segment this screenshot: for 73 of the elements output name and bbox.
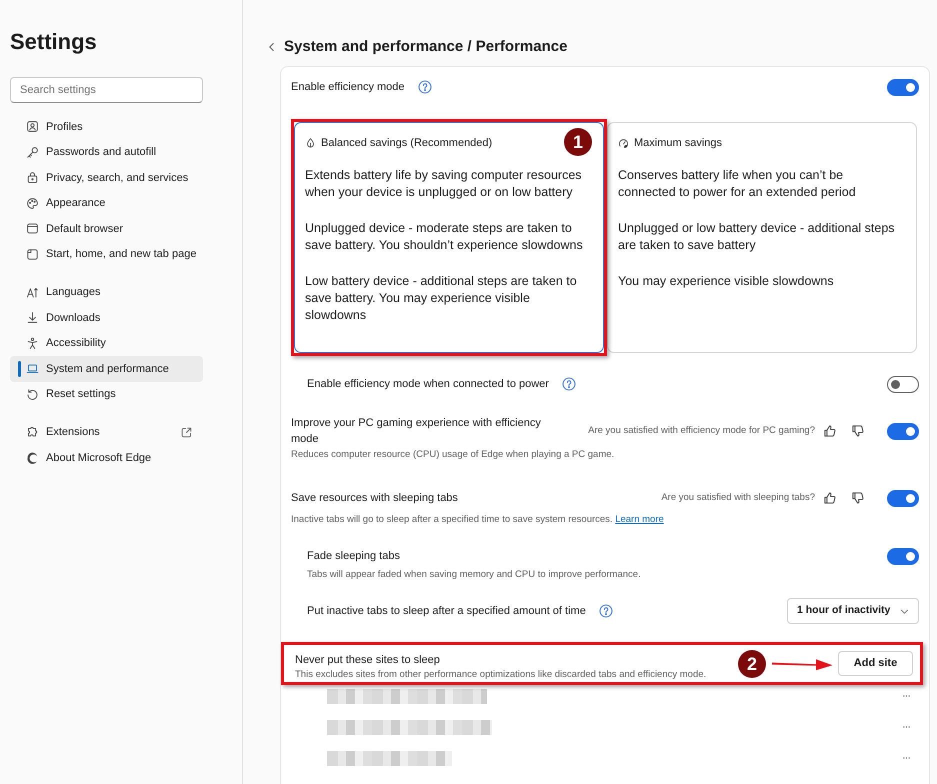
back-chevron-icon[interactable] <box>268 42 275 52</box>
setting-label: Fade sleeping tabs <box>307 549 400 564</box>
help-icon[interactable] <box>598 604 613 618</box>
setting-label: Put inactive tabs to sleep after a specified amount of time <box>307 604 586 619</box>
setting-label: Improve your PC gaming experience with efficiency mode <box>291 416 542 447</box>
lock-icon <box>26 171 39 184</box>
reset-icon <box>26 388 39 401</box>
gauge-leaf-icon <box>618 137 629 149</box>
browser-window-icon <box>26 222 39 236</box>
setting-description: This excludes sites from other performance optimizations like discarded tabs and efficiency mode. <box>295 668 708 682</box>
toggle-switch[interactable] <box>887 376 919 392</box>
option-description: You may experience visible slowdowns <box>618 273 835 290</box>
toggle-switch[interactable] <box>887 548 919 564</box>
sidebar-item[interactable]: System and performance <box>10 356 203 382</box>
sidebar-item[interactable]: Privacy, search, and services <box>10 165 203 190</box>
feedback-question: Are you satisfied with efficiency mode for PC gaming? <box>588 424 815 438</box>
sidebar-item[interactable]: Start, home, and new tab page <box>10 242 203 267</box>
sidebar-item[interactable]: Passwords and autofill <box>10 140 203 165</box>
setting-description: Reduces computer resource (CPU) usage of Edge when playing a PC game. <box>291 448 616 462</box>
callout-number: 2 <box>738 650 766 678</box>
page-title: System and performance / Performance <box>284 37 568 57</box>
sidebar-item[interactable]: Downloads <box>10 305 203 330</box>
timeout-dropdown[interactable]: 1 hour of inactivity <box>787 598 919 624</box>
crescent-logo-icon <box>26 451 39 464</box>
sidebar-item[interactable]: Reset settings <box>10 382 203 407</box>
palette-icon <box>26 196 39 210</box>
option-description: Conserves battery life when you can’t be connected to power for an extended period <box>618 167 857 201</box>
callout-arrow <box>771 656 833 670</box>
toggle-switch[interactable] <box>887 422 919 440</box>
settings-title: Settings <box>10 28 98 56</box>
option-description: Unplugged or low battery device - additional steps are taken to save battery <box>618 220 896 254</box>
thumbs-up-icon[interactable] <box>823 491 837 505</box>
key-icon <box>26 146 39 159</box>
help-icon[interactable] <box>562 377 576 391</box>
option-description: Extends battery life by saving computer resources when your device is unplugged or on low battery <box>305 167 583 201</box>
more-options-button[interactable]: ··· <box>902 750 910 767</box>
add-site-button[interactable]: Add site <box>838 651 913 676</box>
accessibility-icon <box>26 336 39 350</box>
more-options-button[interactable]: ··· <box>902 719 910 736</box>
option-description: Unplugged device - moderate steps are taken to save battery. You shouldn’t experience slowdowns <box>305 220 584 254</box>
setting-label: Never put these sites to sleep <box>295 653 441 668</box>
sidebar-item[interactable]: Profiles <box>10 114 203 140</box>
leaf-drop-icon <box>305 137 316 149</box>
sidebar-item[interactable]: Appearance <box>10 190 203 216</box>
toggle-switch[interactable] <box>887 490 919 506</box>
learn-more-link[interactable]: Learn more <box>615 514 664 525</box>
help-icon[interactable] <box>418 80 432 94</box>
thumbs-down-icon[interactable] <box>851 491 865 505</box>
laptop-icon <box>26 362 39 376</box>
option-title: Balanced savings (Recommended) <box>321 136 492 151</box>
language-icon <box>26 286 39 299</box>
setting-description: Inactive tabs will go to sleep after a specified time to save system resources. Learn more <box>291 513 665 527</box>
thumbs-up-icon[interactable] <box>823 424 837 438</box>
option-description: Low battery device - additional steps are taken to save battery. You may experience visible slowdowns <box>305 273 578 324</box>
setting-label: Enable efficiency mode <box>291 80 405 95</box>
puzzle-piece-icon <box>26 426 39 439</box>
search-field[interactable]: Search settings <box>10 77 203 103</box>
setting-description: Tabs will appear faded when saving memory and CPU to improve performance. <box>307 568 642 582</box>
sidebar-item[interactable]: Default browser <box>10 216 203 242</box>
thumbs-down-icon[interactable] <box>851 424 865 438</box>
setting-label: Enable efficiency mode when connected to power <box>307 377 549 392</box>
sidebar-item[interactable]: Extensions <box>10 420 203 445</box>
more-options-button[interactable]: ··· <box>902 688 910 705</box>
page-icon <box>26 248 39 261</box>
setting-label: Save resources with sleeping tabs <box>291 491 458 506</box>
sidebar-item[interactable]: Accessibility <box>10 330 203 356</box>
sidebar-item[interactable]: Languages <box>10 280 203 305</box>
toggle-switch[interactable] <box>887 78 919 96</box>
profile-icon <box>26 120 39 134</box>
download-icon <box>26 311 39 324</box>
option-title: Maximum savings <box>634 136 722 151</box>
feedback-question: Are you satisfied with sleeping tabs? <box>661 490 815 505</box>
sidebar-item[interactable]: About Microsoft Edge <box>10 445 203 470</box>
